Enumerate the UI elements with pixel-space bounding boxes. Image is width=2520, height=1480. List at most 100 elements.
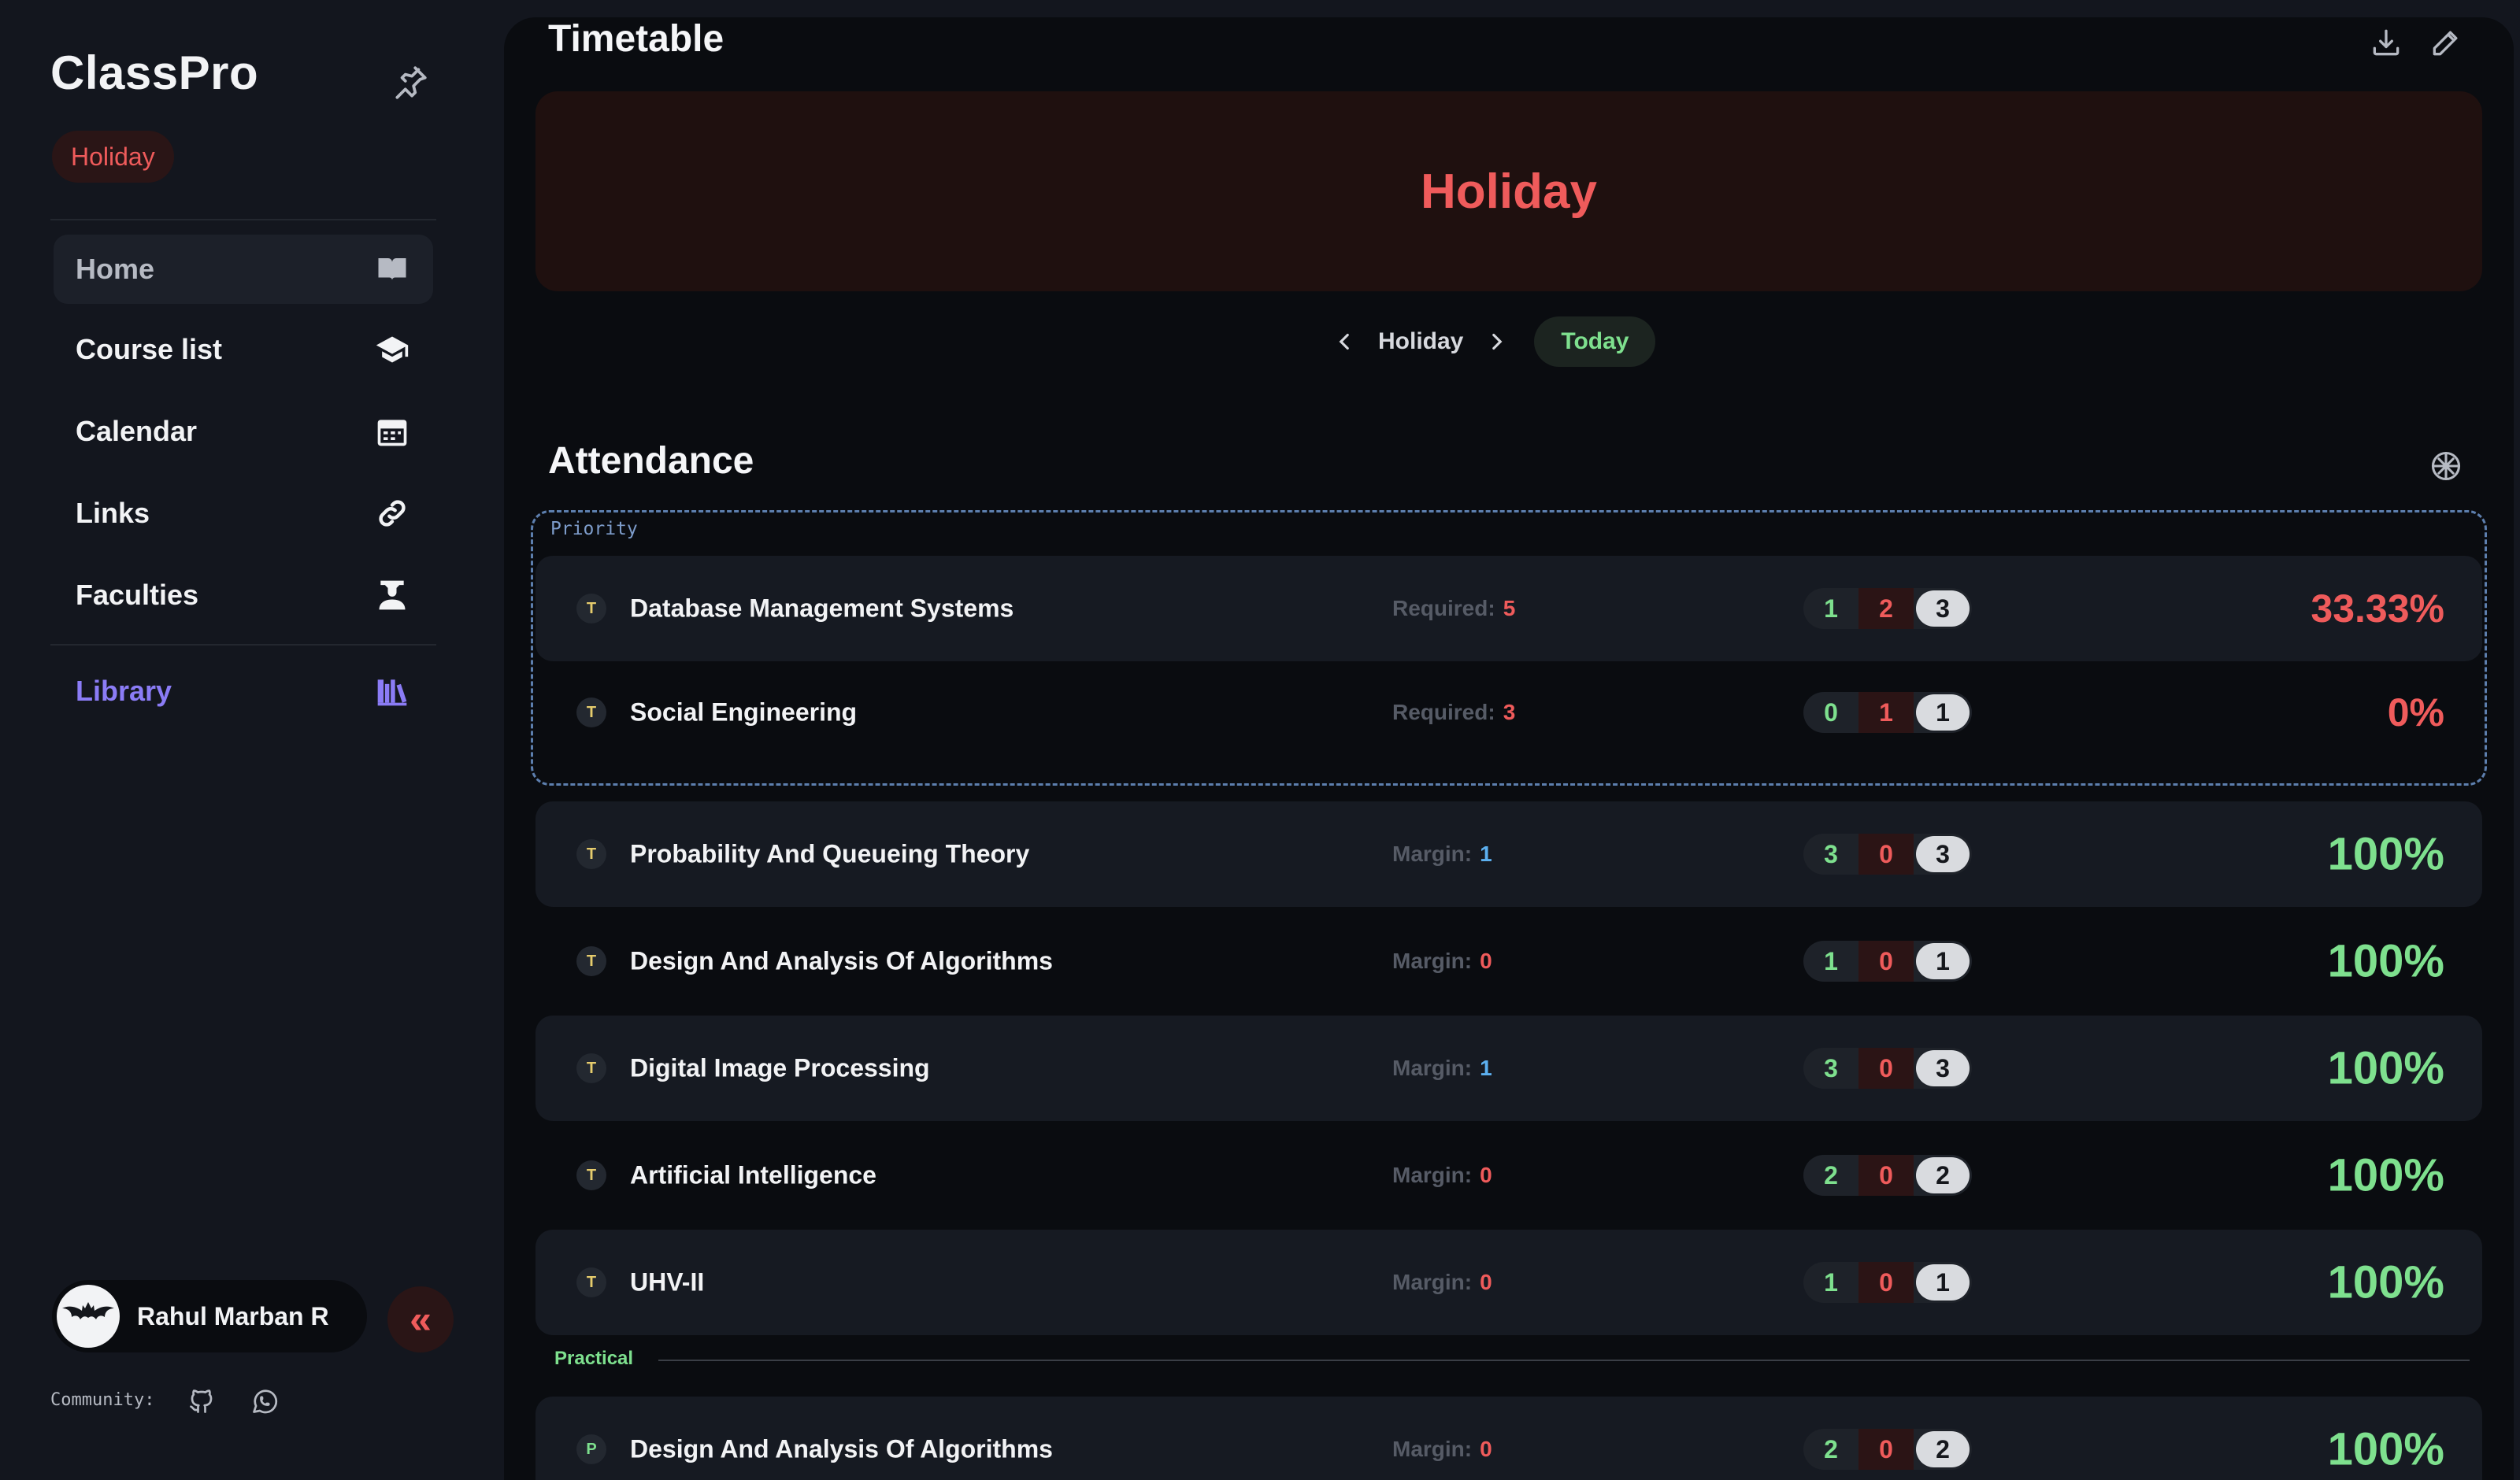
meta-value: 1 (1480, 842, 1492, 866)
chevrons-left-icon: « (410, 1297, 432, 1341)
community-label: Community: (50, 1390, 155, 1410)
margin-info: Margin: 0 (1392, 949, 1492, 974)
meta-label: Required: (1392, 700, 1495, 724)
meta-value: 0 (1480, 1270, 1492, 1294)
margin-info: Margin: 0 (1392, 1270, 1492, 1295)
course-type-badge: T (576, 839, 606, 869)
meta-label: Margin: (1392, 1056, 1473, 1080)
meta-label: Margin: (1392, 1437, 1473, 1461)
graduation-cap-icon (373, 331, 411, 368)
meta-label: Margin: (1392, 1270, 1473, 1294)
meta-label: Margin: (1392, 949, 1473, 973)
nav-item-label: Calendar (76, 415, 198, 447)
download-icon[interactable] (2369, 25, 2403, 60)
required-info: Required: 3 (1392, 700, 1515, 725)
course-name: Social Engineering (630, 697, 858, 727)
attended-count: 1 (1824, 1268, 1838, 1297)
attendance-row[interactable]: T Design And Analysis Of Algorithms Marg… (536, 908, 2482, 1014)
divider (658, 1360, 2470, 1361)
nav-item-faculties[interactable]: Faculties (54, 561, 433, 630)
nav-item-calendar[interactable]: Calendar (54, 397, 433, 466)
absent-count: 0 (1858, 941, 1914, 982)
brand-logo[interactable]: ClassPro (50, 46, 258, 100)
absent-count: 0 (1858, 1262, 1914, 1303)
course-name: Digital Image Processing (630, 1053, 930, 1082)
course-name: Artificial Intelligence (630, 1160, 876, 1190)
nav-item-home[interactable]: Home (54, 235, 433, 304)
user-profile-button[interactable]: Rahul Marban R (52, 1280, 367, 1352)
margin-info: Margin: 0 (1392, 1163, 1492, 1188)
attended-count: 1 (1824, 947, 1838, 975)
total-count: 2 (1916, 1431, 1970, 1467)
attendance-row[interactable]: P Design And Analysis Of Algorithms Marg… (536, 1397, 2482, 1480)
attendance-row[interactable]: T Probability And Queueing Theory Margin… (536, 801, 2482, 907)
attendance-counts: 1 0 1 (1803, 1262, 1972, 1303)
nav-item-label: Library (76, 675, 172, 707)
margin-info: Margin: 1 (1392, 1056, 1492, 1081)
absent-count: 0 (1858, 1048, 1914, 1089)
absent-count: 1 (1858, 692, 1914, 733)
chevron-left-icon[interactable] (1331, 328, 1358, 355)
total-count: 2 (1916, 1157, 1970, 1193)
pencil-icon[interactable] (2429, 25, 2463, 60)
whatsapp-icon[interactable] (250, 1387, 279, 1415)
attendance-row[interactable]: T Social Engineering Required: 3 0 1 1 0% (536, 660, 2482, 765)
attendance-row[interactable]: T Database Management Systems Required: 5… (536, 556, 2482, 661)
course-type-badge: T (576, 697, 606, 727)
course-type-badge: P (576, 1434, 606, 1464)
ai-brain-icon[interactable] (2429, 449, 2463, 483)
link-icon (373, 494, 411, 532)
margin-info: Margin: 0 (1392, 1437, 1492, 1462)
attendance-percent: 33.33% (2311, 586, 2444, 631)
meta-label: Margin: (1392, 842, 1473, 866)
today-button[interactable]: Today (1534, 316, 1656, 367)
attendance-title: Attendance (548, 440, 754, 482)
nav-item-label: Home (76, 253, 155, 285)
total-count: 3 (1916, 590, 1970, 627)
nav-item-label: Links (76, 497, 150, 529)
nav-item-label: Faculties (76, 579, 199, 611)
margin-info: Margin: 1 (1392, 842, 1492, 867)
absent-count: 2 (1858, 588, 1914, 629)
course-name: Database Management Systems (630, 594, 1014, 623)
required-info: Required: 5 (1392, 596, 1515, 621)
meta-label: Required: (1392, 596, 1495, 620)
pin-icon[interactable] (391, 63, 430, 102)
meta-value: 1 (1480, 1056, 1492, 1080)
day-label: Holiday (1378, 328, 1464, 354)
attendance-row[interactable]: T UHV-II Margin: 0 1 0 1 100% (536, 1230, 2482, 1335)
course-name: Design And Analysis Of Algorithms (630, 1434, 1053, 1463)
attended-count: 1 (1824, 594, 1838, 623)
course-type-badge: T (576, 1053, 606, 1083)
attendance-row[interactable]: T Artificial Intelligence Margin: 0 2 0 2… (536, 1123, 2482, 1228)
collapse-sidebar-button[interactable]: « (387, 1286, 454, 1352)
attendance-percent: 100% (2327, 1256, 2444, 1308)
absent-count: 0 (1858, 1155, 1914, 1196)
practical-section-label: Practical (554, 1348, 634, 1369)
attendance-counts: 3 0 3 (1803, 834, 1972, 875)
nav-item-course-list[interactable]: Course list (54, 315, 433, 384)
attended-count: 3 (1824, 840, 1838, 868)
attendance-percent: 100% (2327, 828, 2444, 880)
attended-count: 3 (1824, 1054, 1838, 1082)
nav-item-links[interactable]: Links (54, 479, 433, 548)
attendance-row[interactable]: T Digital Image Processing Margin: 1 3 0 … (536, 1016, 2482, 1121)
day-navigator: Holiday Today (1331, 316, 1656, 367)
attendance-counts: 2 0 2 (1803, 1155, 1972, 1196)
total-count: 1 (1916, 694, 1970, 731)
course-type-badge: T (576, 946, 606, 976)
course-type-badge: T (576, 594, 606, 623)
course-name: Design And Analysis Of Algorithms (630, 946, 1053, 975)
nav-item-label: Course list (76, 333, 223, 365)
github-icon[interactable] (187, 1387, 216, 1415)
chevron-right-icon[interactable] (1484, 328, 1510, 355)
attendance-counts: 2 0 2 (1803, 1429, 1972, 1470)
meta-value: 3 (1503, 700, 1516, 724)
total-count: 3 (1916, 1050, 1970, 1086)
nav-item-library[interactable]: Library (54, 657, 433, 726)
attendance-counts: 0 1 1 (1803, 692, 1972, 733)
main-panel: Timetable Holiday Holiday Today Attendan… (504, 17, 2514, 1480)
attendance-percent: 0% (2387, 690, 2444, 734)
total-count: 1 (1916, 943, 1970, 979)
absent-count: 0 (1858, 834, 1914, 875)
